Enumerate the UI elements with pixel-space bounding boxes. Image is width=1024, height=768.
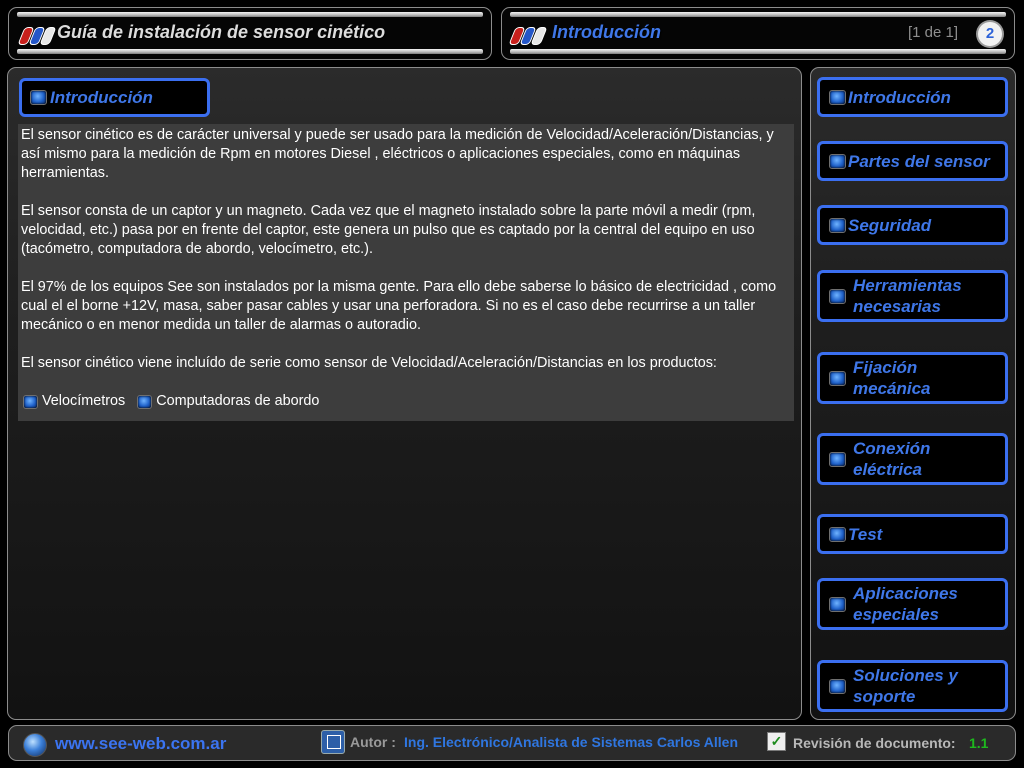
nav-button-introduccion[interactable]: Introducción	[817, 77, 1008, 117]
section-heading-button[interactable]: Introducción	[19, 78, 210, 117]
page-number-badge: 2	[978, 22, 1002, 46]
nav-button-label: Herramientas necesarias	[853, 276, 962, 316]
brand-logo-icon	[508, 27, 548, 45]
nav-button-label: Test	[848, 524, 883, 544]
blue-bullet-icon	[829, 526, 846, 542]
page-indicator: [1 de 1]	[907, 24, 958, 41]
header-stripe-bottom	[510, 49, 1006, 54]
author-name: Ing. Electrónico/Analista de Sistemas Ca…	[404, 734, 739, 750]
header-stripe-top	[510, 12, 1006, 17]
intro-paragraph: El sensor consta de un captor y un magne…	[21, 203, 756, 257]
header-section-panel: Introducción [1 de 1] 2	[501, 7, 1015, 60]
intro-paragraph: El sensor cinético viene incluído de ser…	[21, 355, 717, 371]
blue-bullet-icon	[829, 451, 846, 467]
blue-bullet-icon	[829, 89, 846, 105]
nav-button-fijacion-mecanica[interactable]: Fijación mecánica	[817, 352, 1008, 404]
intro-paragraph: El 97% de los equipos See son instalados…	[21, 279, 777, 333]
nav-button-partes-del-sensor[interactable]: Partes del sensor	[817, 141, 1008, 181]
blue-bullet-icon	[137, 394, 153, 409]
nav-button-label: Fijación mecánica	[853, 358, 931, 398]
checkmark-icon: ✓	[767, 732, 786, 751]
nav-button-test[interactable]: Test	[817, 514, 1008, 554]
section-heading-label: Introducción	[50, 88, 153, 107]
blue-bullet-icon	[829, 370, 846, 386]
intro-text-box: El sensor cinético es de carácter univer…	[18, 124, 794, 421]
document-title: Guía de instalación de sensor cinético	[57, 22, 386, 42]
header-stripe-top	[17, 12, 483, 17]
nav-button-label: Soluciones y soporte	[853, 666, 958, 706]
nav-button-label: Aplicaciones especiales	[853, 584, 958, 624]
revision-label: Revisión de documento:	[793, 735, 956, 751]
nav-button-conexion-electrica[interactable]: Conexión eléctrica	[817, 433, 1008, 485]
header-stripe-bottom	[17, 49, 483, 54]
nav-button-label: Conexión eléctrica	[853, 439, 931, 479]
blue-bullet-icon	[829, 678, 846, 694]
nav-button-label: Seguridad	[848, 215, 932, 235]
nav-button-label: Introducción	[848, 87, 951, 107]
footer-bar: www.see-web.com.ar Autor : Ing. Electrón…	[8, 725, 1016, 761]
product-list: Velocímetros Computadoras de abordo	[21, 392, 791, 411]
intro-paragraph: El sensor cinético es de carácter univer…	[21, 127, 774, 181]
blue-bullet-icon	[829, 596, 846, 612]
brand-logo-icon	[17, 27, 57, 45]
product-item: Velocímetros	[42, 393, 126, 409]
nav-button-aplicaciones-especiales[interactable]: Aplicaciones especiales	[817, 578, 1008, 630]
blue-bullet-icon	[23, 394, 38, 409]
nav-button-soluciones-y-soporte[interactable]: Soluciones y soporte	[817, 660, 1008, 712]
blue-bullet-icon	[829, 153, 846, 169]
author-label: Autor :	[350, 734, 396, 750]
blue-bullet-icon	[30, 90, 47, 105]
nav-button-seguridad[interactable]: Seguridad	[817, 205, 1008, 245]
product-item: Computadoras de abordo	[156, 393, 320, 409]
section-title: Introducción	[552, 22, 661, 42]
header-title-panel: Guía de instalación de sensor cinético	[8, 7, 492, 60]
revision-number: 1.1	[969, 735, 989, 751]
website-link[interactable]: www.see-web.com.ar	[55, 734, 226, 754]
document-icon	[321, 730, 345, 754]
blue-bullet-icon	[829, 288, 846, 304]
blue-bullet-icon	[829, 217, 846, 233]
nav-button-herramientas-necesarias[interactable]: Herramientas necesarias	[817, 270, 1008, 322]
globe-icon	[23, 733, 47, 757]
nav-button-label: Partes del sensor	[848, 151, 990, 171]
